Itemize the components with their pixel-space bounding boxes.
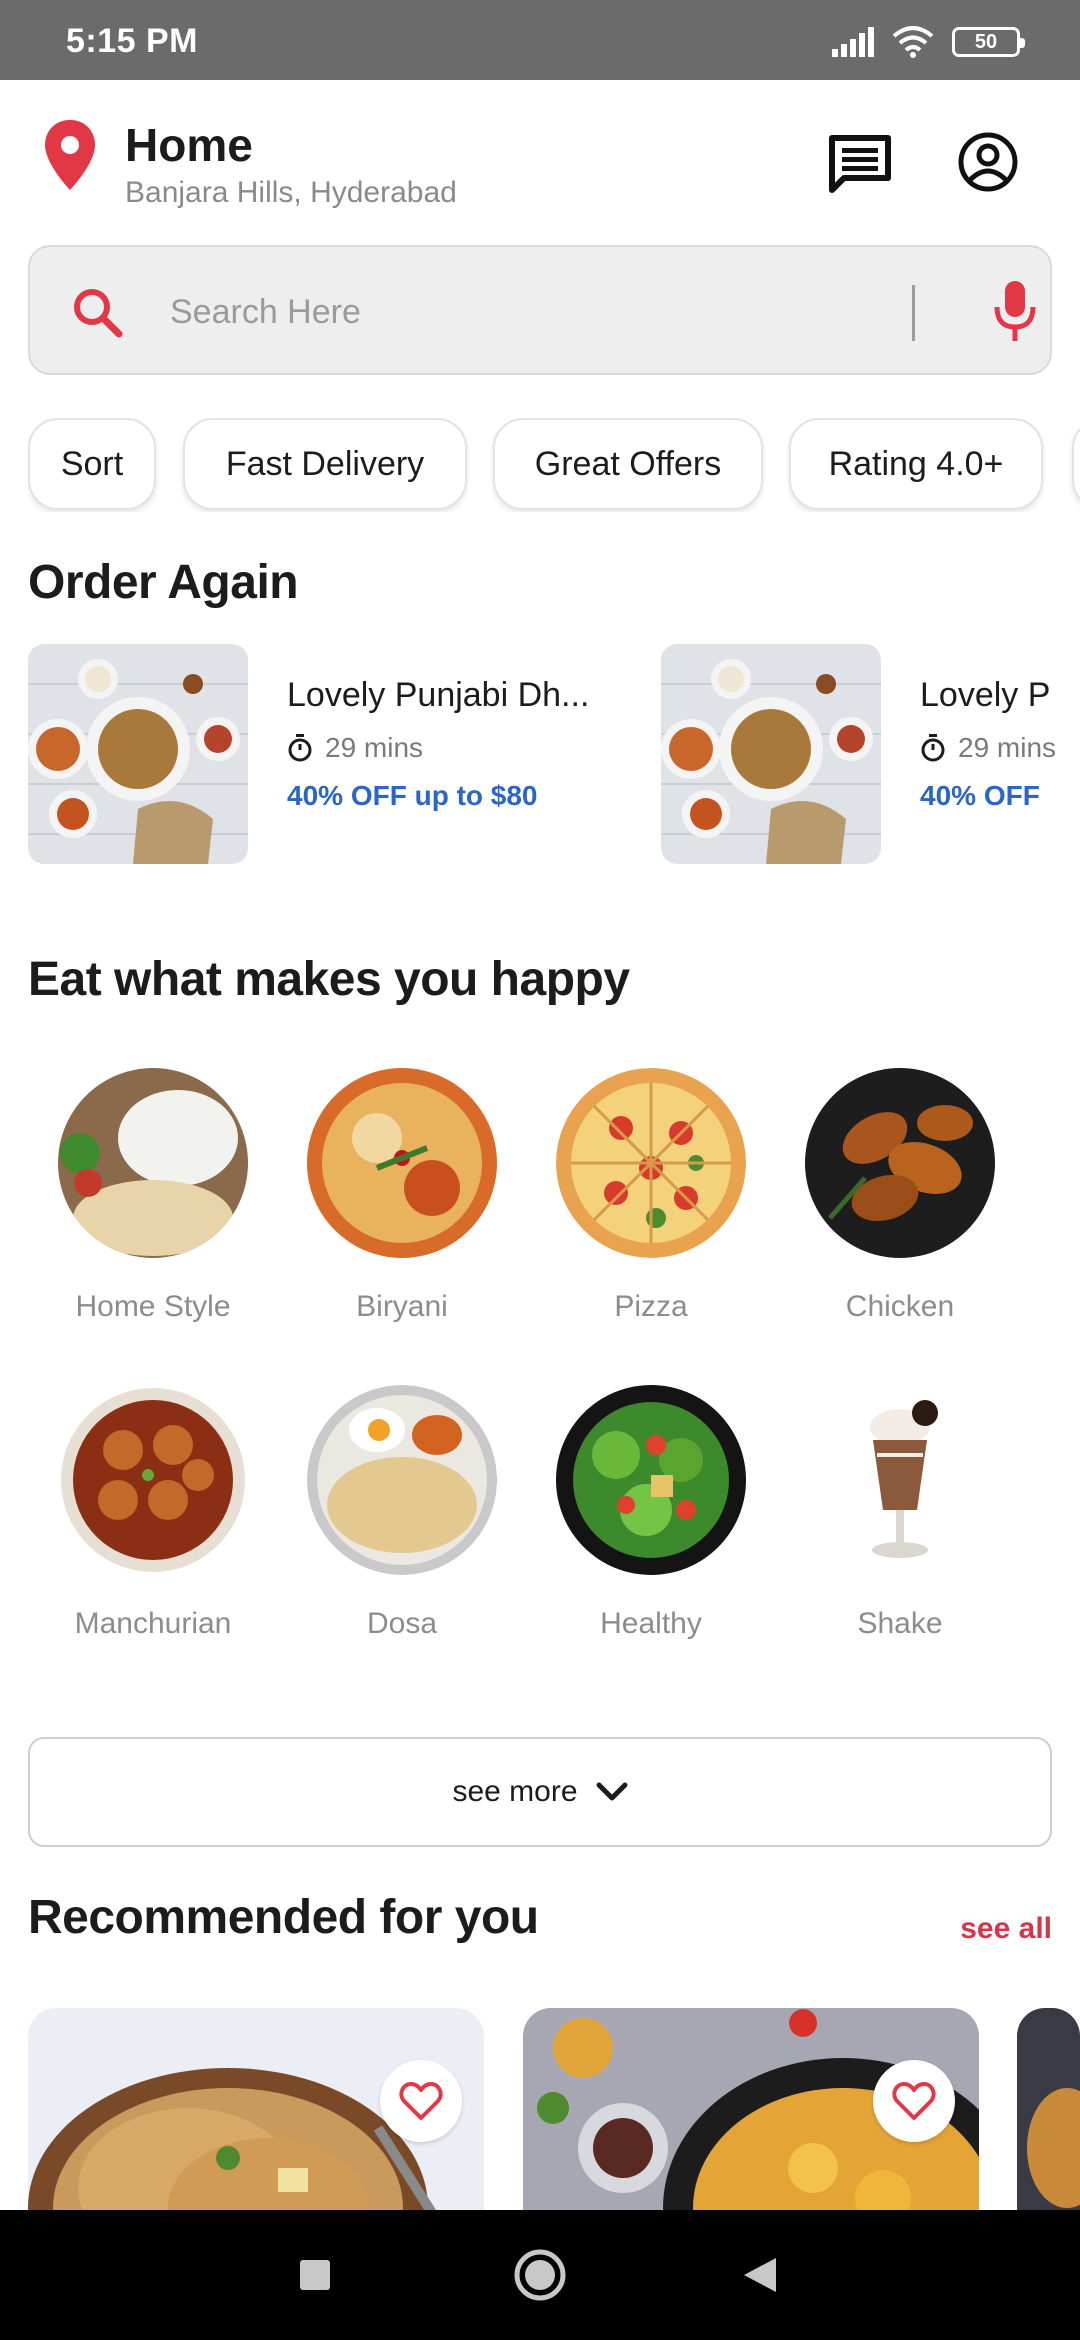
search-divider [912, 285, 915, 341]
recents-button[interactable] [265, 2210, 365, 2340]
location-title[interactable]: Home [125, 118, 253, 172]
back-button[interactable] [710, 2210, 810, 2340]
delivery-time: 29 mins [958, 732, 1057, 763]
timer-icon [921, 734, 945, 762]
category-home-style[interactable]: Home Style [28, 1068, 278, 1324]
category-healthy[interactable]: Healthy [526, 1385, 776, 1641]
category-biryani[interactable]: Biryani [277, 1068, 527, 1324]
order-again-item-partial[interactable]: Lovely P 29 mins 40% OFF [920, 640, 1060, 840]
order-again-item-name[interactable]: Lovely Punjabi Dh... [287, 676, 589, 715]
category-label: Shake [857, 1607, 943, 1640]
microphone-icon[interactable] [990, 277, 1040, 347]
circle-home-icon [514, 2249, 566, 2301]
see-more-button[interactable]: see more [28, 1737, 1052, 1847]
filter-chip-more[interactable] [1072, 418, 1080, 510]
search-input[interactable] [170, 277, 910, 347]
back-triangle-icon [744, 2258, 776, 2292]
chevron-down-icon [596, 1782, 628, 1801]
category-label: Healthy [600, 1607, 702, 1640]
category-image[interactable] [58, 1385, 248, 1575]
battery-icon: 50 [952, 27, 1025, 57]
order-again-item-time: 29 mins [920, 732, 1056, 764]
message-icon[interactable] [826, 128, 894, 196]
favorite-button[interactable] [873, 2060, 955, 2142]
category-image[interactable] [58, 1068, 248, 1258]
order-again-title: Order Again [28, 556, 299, 609]
filter-chip-fast-delivery[interactable]: Fast Delivery [183, 418, 467, 510]
category-label: Pizza [614, 1290, 688, 1323]
see-all-link[interactable]: see all [960, 1912, 1052, 1946]
recommended-card[interactable] [1017, 2008, 1080, 2238]
category-label: Manchurian [74, 1607, 232, 1640]
category-image[interactable] [556, 1068, 746, 1258]
category-image[interactable] [805, 1385, 995, 1575]
heart-icon [892, 2082, 936, 2120]
recommended-card[interactable] [28, 2008, 484, 2238]
category-label: Chicken [845, 1290, 955, 1323]
system-nav-bar [0, 2210, 1080, 2340]
map-pin-icon[interactable] [42, 118, 98, 192]
battery-level: 50 [974, 30, 998, 53]
profile-icon[interactable] [954, 128, 1022, 196]
order-again-item-time: 29 mins [287, 732, 423, 764]
recommended-title: Recommended for you [28, 1891, 539, 1944]
wifi-icon [892, 26, 934, 58]
category-manchurian[interactable]: Manchurian [28, 1385, 278, 1641]
category-image[interactable] [307, 1068, 497, 1258]
order-again-item-name[interactable]: Lovely P [920, 676, 1050, 715]
category-shake[interactable]: Shake [775, 1385, 1025, 1641]
status-bar: 5:15 PM 50 [0, 0, 1080, 80]
category-pizza[interactable]: Pizza [526, 1068, 776, 1324]
home-button[interactable] [490, 2210, 590, 2340]
search-bar[interactable] [28, 245, 1052, 375]
recommended-card[interactable] [523, 2008, 979, 2238]
filter-chip-great-offers[interactable]: Great Offers [493, 418, 763, 510]
status-time: 5:15 PM [66, 22, 198, 60]
order-again-item-offer: 40% OFF up to $80 [287, 780, 538, 811]
category-label: Home Style [75, 1290, 231, 1323]
system-icons: 50 [832, 26, 1025, 58]
signal-icon [832, 27, 874, 57]
category-image[interactable] [556, 1385, 746, 1575]
square-icon [300, 2260, 330, 2290]
category-dosa[interactable]: Dosa [277, 1385, 527, 1641]
order-again-image[interactable] [661, 644, 881, 864]
category-chicken[interactable]: Chicken [775, 1068, 1025, 1324]
category-label: Biryani [356, 1290, 448, 1323]
timer-icon [288, 734, 312, 762]
category-image[interactable] [307, 1385, 497, 1575]
favorite-button[interactable] [380, 2060, 462, 2142]
filter-chip-sort[interactable]: Sort [28, 418, 156, 510]
search-icon[interactable] [70, 285, 124, 339]
filter-chips: Sort Fast Delivery Great Offers Rating 4… [28, 418, 1080, 512]
category-label: Dosa [366, 1607, 438, 1640]
order-again-image[interactable] [28, 644, 248, 864]
location-subtitle[interactable]: Banjara Hills, Hyderabad [125, 176, 457, 210]
order-again-item-offer: 40% OFF [920, 780, 1040, 811]
categories-title: Eat what makes you happy [28, 953, 630, 1006]
filter-chip-rating[interactable]: Rating 4.0+ [789, 418, 1043, 510]
see-more-label: see more [452, 1775, 578, 1808]
delivery-time: 29 mins [325, 732, 424, 763]
heart-icon [399, 2082, 443, 2120]
category-image[interactable] [805, 1068, 995, 1258]
